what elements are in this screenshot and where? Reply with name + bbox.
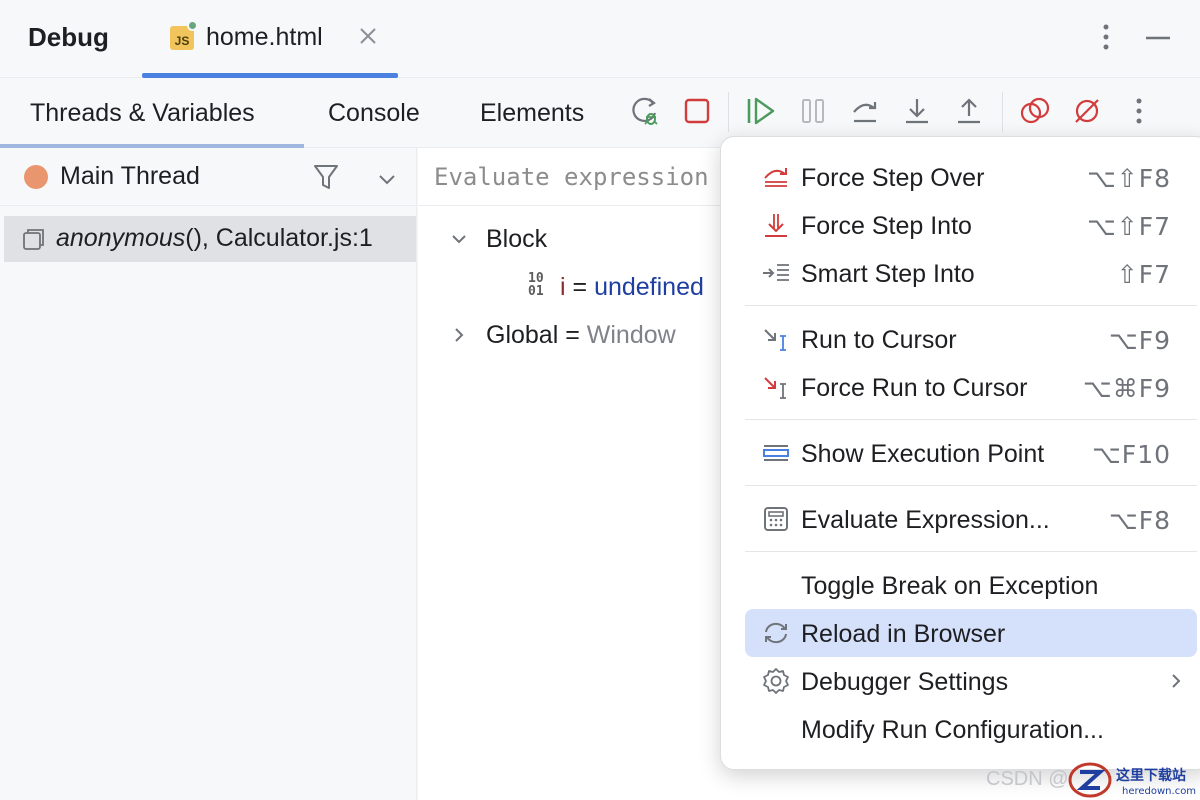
variable-entry: i = undefined <box>560 273 704 301</box>
menu-separator <box>745 305 1197 306</box>
gear-icon <box>761 668 791 694</box>
file-tab-home-html[interactable]: JS home.html <box>142 0 398 78</box>
tab-console[interactable]: Console <box>328 78 420 148</box>
stack-frame-label: anonymous(), Calculator.js:1 <box>56 224 373 253</box>
menu-shortcut: ⌥⇧F8 <box>1086 164 1171 193</box>
tool-window-header: Debug JS home.html <box>0 0 1200 78</box>
menu-shortcut: ⌥⇧F7 <box>1086 212 1171 241</box>
variable-value: Window <box>586 321 676 349</box>
menu-shortcut: ⇧F7 <box>1116 260 1171 289</box>
menu-item-force-step-over[interactable]: Force Step Over ⌥⇧F8 <box>745 153 1197 201</box>
menu-separator <box>745 419 1197 420</box>
step-into-icon <box>906 99 928 124</box>
frame-function-name: anonymous <box>56 224 186 252</box>
step-over-icon <box>853 102 877 123</box>
chevron-right-icon[interactable] <box>448 324 470 346</box>
more-icon <box>1136 98 1142 124</box>
pause-button[interactable] <box>796 94 830 128</box>
menu-item-run-to-cursor[interactable]: Run to Cursor ⌥F9 <box>745 315 1197 363</box>
menu-item-smart-step-into[interactable]: Smart Step Into ⇧F7 <box>745 249 1197 297</box>
force-step-into-icon <box>761 212 791 238</box>
minimize-icon[interactable] <box>1144 24 1172 52</box>
rerun-debug-button[interactable] <box>628 94 662 128</box>
filter-icon[interactable] <box>312 162 340 192</box>
stop-button[interactable] <box>680 94 714 128</box>
running-indicator-icon <box>187 20 198 31</box>
csdn-watermark: CSDN @ <box>986 768 1069 790</box>
menu-item-debugger-settings[interactable]: Debugger Settings <box>745 657 1197 705</box>
close-tab-icon[interactable] <box>356 24 380 48</box>
frame-location: (), Calculator.js:1 <box>185 224 373 252</box>
menu-item-force-step-into[interactable]: Force Step Into ⌥⇧F7 <box>745 201 1197 249</box>
force-step-over-icon <box>761 164 791 190</box>
view-breakpoints-button[interactable] <box>1018 94 1052 128</box>
menu-item-force-run-to-cursor[interactable]: Force Run to Cursor ⌥⌘F9 <box>745 363 1197 411</box>
thread-name: Main Thread <box>60 162 200 190</box>
menu-item-evaluate-expression[interactable]: Evaluate Expression... ⌥F8 <box>745 495 1197 543</box>
force-run-to-cursor-icon <box>761 374 791 400</box>
calculator-icon <box>761 506 791 532</box>
mute-breakpoints-icon <box>1075 99 1099 123</box>
resume-button[interactable] <box>744 94 778 128</box>
more-actions-menu: Force Step Over ⌥⇧F8 Force Step Into ⌥⇧F… <box>720 136 1200 770</box>
tool-window-title: Debug <box>28 22 109 52</box>
thread-status-icon <box>24 165 48 189</box>
number-type-icon: 10 01 <box>528 271 544 299</box>
chevron-right-icon <box>1172 674 1181 688</box>
more-actions-button[interactable] <box>1122 94 1156 128</box>
show-execution-point-icon <box>761 440 791 466</box>
stack-frame-icon <box>23 229 44 250</box>
toolbar-separator <box>728 92 729 132</box>
variable-value: undefined <box>594 273 704 301</box>
smart-step-into-icon <box>761 260 791 286</box>
reload-icon <box>761 620 791 646</box>
menu-item-reload-in-browser[interactable]: Reload in Browser <box>745 609 1197 657</box>
tab-elements[interactable]: Elements <box>480 78 584 148</box>
menu-shortcut: ⌥F9 <box>1108 326 1171 355</box>
step-over-button[interactable] <box>848 94 882 128</box>
menu-shortcut: ⌥F10 <box>1092 440 1171 469</box>
menu-separator <box>745 485 1197 486</box>
pause-icon <box>802 99 824 123</box>
tree-node-label: Block <box>486 225 548 253</box>
step-into-button[interactable] <box>900 94 934 128</box>
more-options-icon[interactable] <box>1092 22 1120 52</box>
menu-shortcut: ⌥⌘F9 <box>1082 374 1171 403</box>
menu-separator <box>745 551 1197 552</box>
stack-frame-row[interactable]: anonymous(), Calculator.js:1 <box>4 216 416 262</box>
threads-frames-panel: Main Thread anonymous(), Calculator.js:1 <box>0 148 417 800</box>
file-tab-label: home.html <box>206 23 323 51</box>
run-to-cursor-icon <box>761 326 791 352</box>
menu-item-toggle-break-on-exception[interactable]: Toggle Break on Exception <box>745 561 1197 609</box>
tab-threads-variables[interactable]: Threads & Variables <box>0 78 304 148</box>
menu-item-show-execution-point[interactable]: Show Execution Point ⌥F10 <box>745 429 1197 477</box>
chevron-down-icon[interactable] <box>448 228 470 250</box>
site-logo: 这里下载站 heredown.com <box>1068 762 1196 798</box>
mute-breakpoints-button[interactable] <box>1070 94 1104 128</box>
stop-icon <box>684 98 710 124</box>
menu-item-modify-run-configuration[interactable]: Modify Run Configuration... <box>745 705 1197 753</box>
rerun-debug-icon <box>632 97 658 125</box>
resume-icon <box>747 97 775 125</box>
view-breakpoints-icon <box>1020 97 1050 124</box>
svg-text:这里下载站: 这里下载站 <box>1116 767 1186 784</box>
step-out-button[interactable] <box>952 94 986 128</box>
tree-node-label: Global = Window <box>486 321 676 349</box>
chevron-down-icon[interactable] <box>374 166 400 192</box>
menu-shortcut: ⌥F8 <box>1108 506 1171 535</box>
toolbar-separator <box>1002 92 1003 132</box>
thread-selector[interactable]: Main Thread <box>0 148 417 206</box>
svg-text:heredown.com: heredown.com <box>1122 786 1196 797</box>
step-out-icon <box>958 98 980 124</box>
